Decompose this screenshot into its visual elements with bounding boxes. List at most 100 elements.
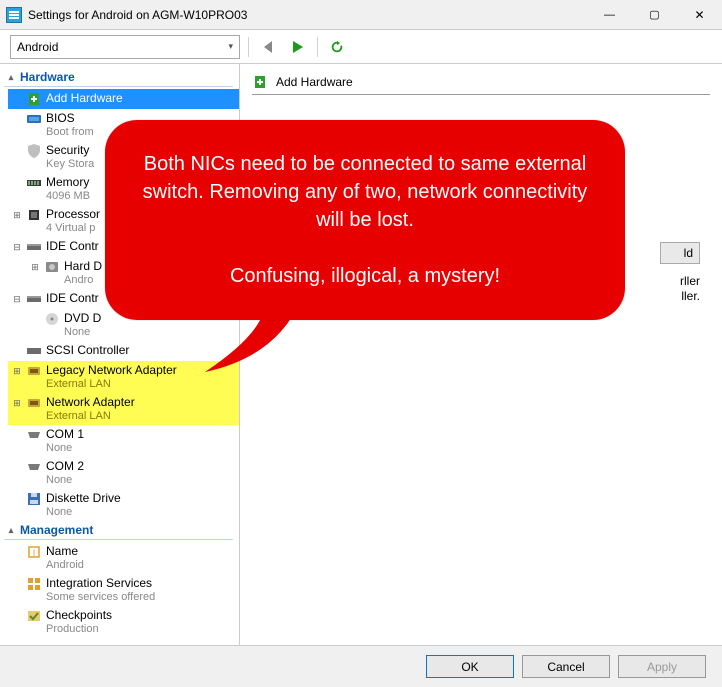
category-label: Hardware	[20, 70, 75, 84]
nav-back-button[interactable]	[257, 36, 279, 58]
tree-item-sublabel: 4 Virtual p	[46, 221, 100, 235]
tree-item-label: SCSI Controller	[46, 343, 129, 357]
tree-legacy-nic[interactable]: ⊞ Legacy Network Adapter External LAN	[8, 361, 239, 393]
shield-icon	[26, 143, 42, 159]
vm-selector-label: Android	[17, 40, 58, 54]
cancel-button[interactable]: Cancel	[522, 655, 610, 678]
tree-bios[interactable]: BIOS Boot from	[8, 109, 239, 141]
tree-item-sublabel: 4096 MB	[46, 189, 90, 203]
services-icon	[26, 576, 42, 592]
add-hardware-icon	[26, 91, 42, 107]
nic-icon	[26, 395, 42, 411]
chevron-down-icon: ▾	[228, 41, 233, 52]
tree-item-sublabel: Boot from	[46, 125, 94, 139]
tree-nic[interactable]: ⊞ Network Adapter External LAN	[8, 393, 239, 425]
triangle-left-icon	[264, 41, 272, 53]
right-pane-header: Add Hardware	[252, 74, 710, 95]
tree-item-label: Hard D	[64, 259, 102, 273]
tree-checkpoints[interactable]: Checkpoints Production	[8, 606, 239, 638]
add-hardware-icon	[252, 74, 268, 90]
button-bar: OK Cancel Apply	[0, 645, 722, 687]
tree-item-label: DVD D	[64, 311, 101, 325]
expand-icon[interactable]: ⊞	[12, 363, 22, 379]
tree-add-hardware[interactable]: Add Hardware	[8, 89, 239, 109]
tree-memory[interactable]: Memory 4096 MB	[8, 173, 239, 205]
tree-security[interactable]: Security Key Stora	[8, 141, 239, 173]
maximize-button[interactable]: ▢	[632, 0, 677, 30]
tree-item-label: IDE Contr	[46, 239, 99, 253]
category-management[interactable]: ▴ Management	[4, 521, 233, 540]
tree-com2[interactable]: COM 2 None	[8, 457, 239, 489]
disclose-icon: ▴	[6, 72, 16, 83]
tree-item-label: COM 2	[46, 459, 84, 473]
tag-icon: I	[26, 544, 42, 560]
expand-icon[interactable]: ⊞	[12, 207, 22, 223]
tree-item-sublabel: External LAN	[46, 409, 135, 423]
titlebar: Settings for Android on AGM-W10PRO03 — ▢…	[0, 0, 722, 30]
tree-item-sublabel: Production	[46, 622, 112, 636]
tree-item-sublabel: Key Stora	[46, 157, 94, 171]
tree-item-label: Add Hardware	[46, 91, 123, 105]
tree-item-label: Processor	[46, 207, 100, 221]
tree-item-sublabel: None	[46, 441, 84, 455]
refresh-icon	[330, 40, 344, 54]
reset-button[interactable]	[326, 36, 348, 58]
tree-item-label: Legacy Network Adapter	[46, 363, 177, 377]
serial-port-icon	[26, 427, 42, 443]
category-label: Management	[20, 523, 93, 537]
tree-item-label: Integration Services	[46, 576, 155, 590]
tree-dvd[interactable]: DVD D None	[26, 309, 239, 341]
separator	[317, 37, 318, 57]
add-remnant-button[interactable]: ld	[660, 242, 700, 264]
main-area: ▴ Hardware Add Hardware BIOS Boot from	[0, 64, 722, 645]
tree-name[interactable]: I Name Android	[8, 542, 239, 574]
memory-icon	[26, 175, 42, 191]
minimize-button[interactable]: —	[587, 0, 632, 30]
tree-processor[interactable]: ⊞ Processor 4 Virtual p	[8, 205, 239, 237]
tree-ide1[interactable]: ⊟ IDE Contr	[8, 289, 239, 309]
tree-item-label: Diskette Drive	[46, 491, 121, 505]
apply-button: Apply	[618, 655, 706, 678]
tree-diskette[interactable]: Diskette Drive None	[8, 489, 239, 521]
tree-scsi[interactable]: SCSI Controller	[8, 341, 239, 361]
tree-item-sublabel: None	[46, 505, 121, 519]
hidden-text-2: ller.	[681, 289, 700, 303]
collapse-icon[interactable]: ⊟	[12, 291, 22, 307]
tree-item-label: Name	[46, 544, 84, 558]
tree-item-label: Checkpoints	[46, 608, 112, 622]
category-hardware[interactable]: ▴ Hardware	[4, 68, 233, 87]
tree-item-label: IDE Contr	[46, 291, 99, 305]
hdd-icon	[44, 259, 60, 275]
tree-integration[interactable]: Integration Services Some services offer…	[8, 574, 239, 606]
tree-item-label: Network Adapter	[46, 395, 135, 409]
cpu-icon	[26, 207, 42, 223]
triangle-right-icon	[293, 41, 303, 53]
tree-item-sublabel: None	[46, 473, 84, 487]
expand-icon[interactable]: ⊞	[30, 259, 40, 275]
tree-hard-disk[interactable]: ⊞ Hard D Andro	[26, 257, 239, 289]
right-pane-title: Add Hardware	[276, 75, 353, 89]
nav-forward-button[interactable]	[287, 36, 309, 58]
tree-com1[interactable]: COM 1 None	[8, 425, 239, 457]
disclose-icon: ▴	[6, 525, 16, 536]
collapse-icon[interactable]: ⊟	[12, 239, 22, 255]
hidden-text-1: rller	[680, 274, 700, 288]
serial-port-icon	[26, 459, 42, 475]
tree-item-sublabel: Andro	[64, 273, 102, 287]
disc-icon	[44, 311, 60, 327]
svg-text:I: I	[33, 548, 36, 558]
sidebar-tree[interactable]: ▴ Hardware Add Hardware BIOS Boot from	[0, 64, 240, 645]
checkpoint-icon	[26, 608, 42, 624]
app-icon	[6, 7, 22, 23]
vm-selector-dropdown[interactable]: Android ▾	[10, 35, 240, 59]
ok-button[interactable]: OK	[426, 655, 514, 678]
tree-item-sublabel: Android	[46, 558, 84, 572]
floppy-icon	[26, 491, 42, 507]
controller-icon	[26, 343, 42, 359]
tree-item-sublabel: Some services offered	[46, 590, 155, 604]
tree-item-label: COM 1	[46, 427, 84, 441]
expand-icon[interactable]: ⊞	[12, 395, 22, 411]
tree-ide0[interactable]: ⊟ IDE Contr	[8, 237, 239, 257]
close-button[interactable]: ✕	[677, 0, 722, 30]
window-title: Settings for Android on AGM-W10PRO03	[28, 8, 247, 22]
